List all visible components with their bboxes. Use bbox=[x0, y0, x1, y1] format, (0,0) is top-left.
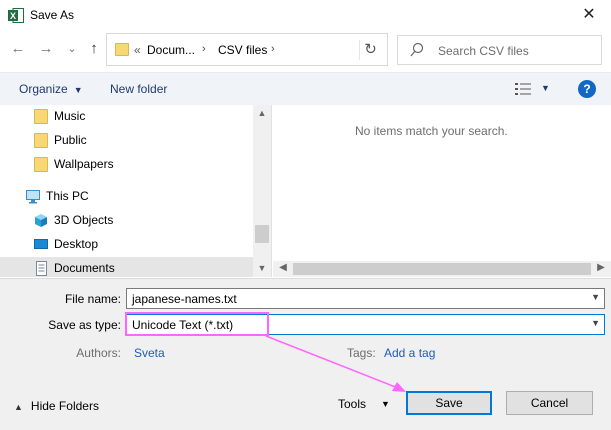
folder-icon bbox=[115, 43, 129, 56]
tags-label: Tags: bbox=[347, 346, 376, 360]
search-input[interactable]: Search CSV files bbox=[397, 35, 602, 65]
folder-icon bbox=[34, 133, 48, 148]
nav-item-label: Public bbox=[54, 133, 87, 147]
file-name-label: File name: bbox=[64, 292, 121, 306]
nav-pane-scrollbar[interactable]: ▲ ▼ bbox=[253, 105, 271, 277]
scrollbar-thumb[interactable] bbox=[255, 225, 269, 243]
view-options-icon[interactable] bbox=[515, 83, 531, 95]
help-icon[interactable]: ? bbox=[578, 80, 596, 98]
nav-item-public[interactable]: Public bbox=[0, 129, 253, 153]
scroll-up-icon[interactable]: ▲ bbox=[253, 108, 271, 118]
nav-item-desktop[interactable]: Desktop bbox=[0, 233, 253, 257]
save-button[interactable]: Save bbox=[406, 391, 492, 415]
annotation-highlight-box bbox=[125, 312, 269, 336]
refresh-icon[interactable]: ↻ bbox=[359, 40, 381, 60]
desktop-icon bbox=[34, 239, 48, 249]
recent-locations-chevron-icon[interactable]: ⌄ bbox=[64, 40, 80, 58]
search-icon bbox=[410, 42, 424, 57]
breadcrumb-csv-files[interactable]: CSV files bbox=[218, 43, 267, 57]
nav-item-label: This PC bbox=[46, 189, 89, 203]
tags-value[interactable]: Add a tag bbox=[384, 346, 435, 360]
hide-folders-button[interactable]: ▲ Hide Folders bbox=[14, 399, 99, 413]
nav-item-documents[interactable]: Documents bbox=[0, 257, 253, 277]
forward-arrow-icon[interactable]: → bbox=[38, 40, 54, 58]
chevron-down-icon[interactable]: ▼ bbox=[541, 83, 550, 93]
chevron-down-icon[interactable]: ▼ bbox=[591, 292, 600, 302]
navigation-pane: Music Public Wallpapers This PC 3D Objec… bbox=[0, 105, 272, 277]
file-list-pane[interactable]: No items match your search. bbox=[273, 105, 611, 261]
command-bar: Organize ▼ New folder ▼ ? bbox=[0, 72, 611, 105]
breadcrumb-separator-icon[interactable]: › bbox=[202, 43, 206, 55]
nav-item-label: Music bbox=[54, 109, 86, 123]
breadcrumb-overflow[interactable]: « bbox=[134, 43, 141, 57]
organize-menu[interactable]: Organize ▼ bbox=[19, 82, 83, 96]
authors-label: Authors: bbox=[76, 346, 121, 360]
chevron-up-icon: ▲ bbox=[14, 402, 23, 412]
scroll-right-icon[interactable]: ▶ bbox=[593, 262, 609, 273]
close-icon[interactable]: ✕ bbox=[576, 4, 602, 28]
nav-item-label: Desktop bbox=[54, 237, 99, 251]
up-arrow-icon[interactable]: ↑ bbox=[86, 40, 102, 58]
chevron-down-icon[interactable]: ▼ bbox=[381, 399, 390, 409]
cancel-button[interactable]: Cancel bbox=[506, 391, 593, 415]
folder-icon bbox=[34, 109, 48, 124]
tools-menu[interactable]: Tools bbox=[338, 397, 366, 411]
documents-icon bbox=[36, 261, 47, 276]
chevron-down-icon[interactable]: ▼ bbox=[591, 318, 600, 328]
hide-folders-label: Hide Folders bbox=[30, 399, 99, 413]
scroll-left-icon[interactable]: ◀ bbox=[275, 262, 291, 273]
nav-item-label: Wallpapers bbox=[54, 157, 114, 171]
scroll-down-icon[interactable]: ▼ bbox=[253, 263, 271, 273]
file-name-value: japanese-names.txt bbox=[132, 292, 237, 306]
authors-value[interactable]: Sveta bbox=[134, 346, 165, 360]
window-title: Save As bbox=[30, 8, 75, 22]
computer-icon bbox=[26, 190, 40, 204]
file-list-scrollbar[interactable]: ◀ ▶ bbox=[273, 261, 611, 277]
nav-item-3d-objects[interactable]: 3D Objects bbox=[0, 209, 253, 233]
chevron-down-icon: ▼ bbox=[73, 85, 83, 95]
title-bar: X Save As ✕ bbox=[0, 0, 611, 31]
new-folder-button[interactable]: New folder bbox=[110, 82, 167, 96]
nav-item-label: 3D Objects bbox=[54, 213, 114, 227]
nav-item-music[interactable]: Music bbox=[0, 105, 253, 129]
svg-text:X: X bbox=[10, 11, 16, 21]
search-placeholder: Search CSV files bbox=[438, 44, 529, 58]
empty-message: No items match your search. bbox=[355, 124, 508, 138]
breadcrumb-separator-icon[interactable]: › bbox=[271, 43, 275, 55]
save-as-type-label: Save as type: bbox=[48, 318, 121, 332]
excel-icon: X bbox=[8, 8, 24, 23]
nav-item-this-pc[interactable]: This PC bbox=[0, 185, 253, 209]
nav-item-wallpapers[interactable]: Wallpapers bbox=[0, 153, 253, 177]
back-arrow-icon[interactable]: ← bbox=[10, 40, 26, 58]
address-bar[interactable]: « Docum... › CSV files › ↻ bbox=[106, 33, 388, 66]
organize-label: Organize bbox=[19, 82, 68, 96]
nav-item-label: Documents bbox=[54, 261, 115, 275]
folder-icon bbox=[34, 157, 48, 172]
file-name-field[interactable]: japanese-names.txt ▼ bbox=[126, 288, 605, 309]
scrollbar-thumb[interactable] bbox=[293, 263, 591, 275]
breadcrumb-documents[interactable]: Docum... bbox=[147, 43, 195, 57]
cube-icon bbox=[35, 214, 47, 227]
